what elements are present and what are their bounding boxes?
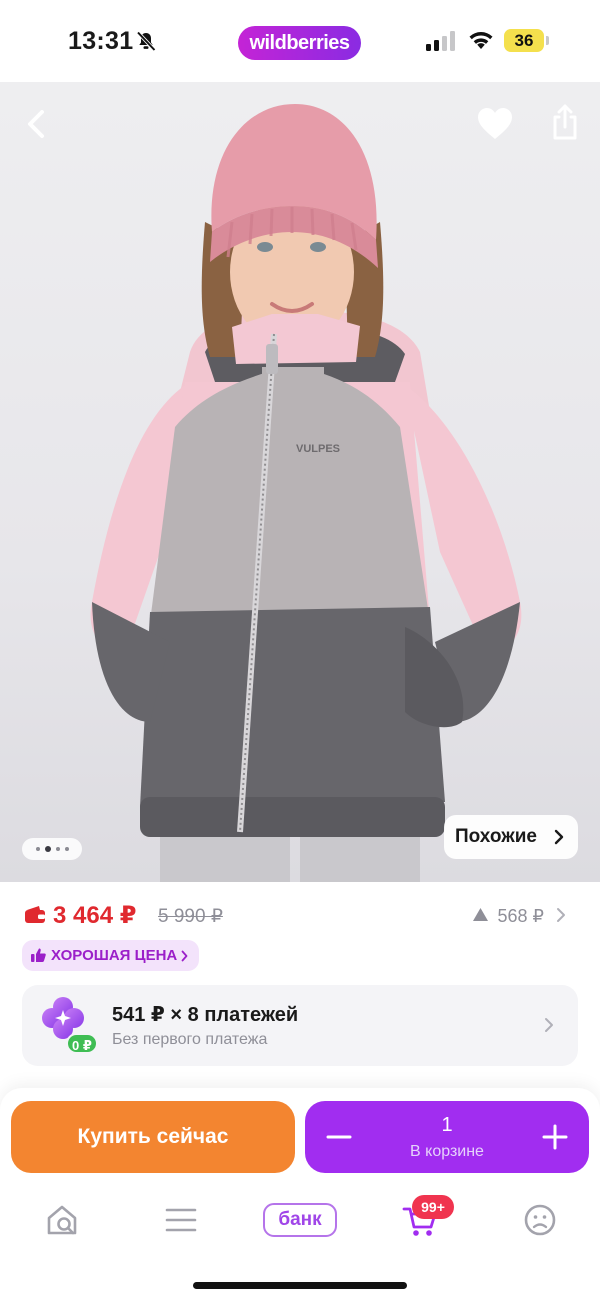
similar-button-label: Похожие: [455, 826, 537, 847]
good-price-label: ХОРОШАЯ ЦЕНА: [51, 947, 178, 964]
price-history[interactable]: 568 ₽: [498, 906, 545, 927]
bell-muted-icon: [136, 31, 156, 52]
installment-subtitle: Без первого платежа: [112, 1031, 268, 1048]
product-photo-illustration: VULPES: [90, 104, 522, 882]
pager-dot[interactable]: [55, 847, 60, 851]
thumb-up-icon: [31, 948, 46, 962]
wifi-icon: [469, 32, 493, 49]
home-search-icon[interactable]: [43, 1202, 83, 1238]
action-bar: Купить сейчас 1 В корзине: [0, 1088, 600, 1188]
profile-icon[interactable]: [521, 1202, 561, 1238]
chevron-right-icon: [545, 1018, 553, 1032]
heart-icon[interactable]: [476, 106, 514, 142]
product-image[interactable]: VULPES Похожие: [0, 82, 600, 882]
share-icon[interactable]: [548, 102, 582, 142]
plus-icon[interactable]: [541, 1123, 569, 1151]
good-price-badge[interactable]: ХОРОШАЯ ЦЕНА: [22, 940, 199, 971]
chevron-right-icon: [181, 950, 188, 962]
installment-title: 541 ₽ × 8 платежей: [112, 1004, 299, 1026]
chevron-right-icon[interactable]: [556, 907, 566, 923]
home-indicator[interactable]: [193, 1282, 407, 1289]
wallet-icon: [25, 906, 45, 923]
cart-quantity-control: 1 В корзине: [305, 1101, 589, 1173]
bank-tab[interactable]: банк: [263, 1203, 337, 1237]
cart-count-badge: 99+: [412, 1195, 454, 1219]
tab-bar: банк: [0, 1188, 600, 1258]
battery-tip: [546, 36, 549, 45]
pager-dot[interactable]: [44, 846, 51, 852]
image-pager[interactable]: [22, 838, 82, 860]
similar-button[interactable]: Похожие: [444, 815, 578, 859]
pager-dot[interactable]: [35, 847, 40, 851]
price-row: 3 464 ₽ 5 990 ₽ 568 ₽: [0, 897, 600, 933]
wildberries-logo[interactable]: wildberries: [238, 26, 361, 60]
current-price: 3 464 ₽: [53, 902, 137, 929]
jacket-brand-text: VULPES: [296, 443, 340, 455]
old-price: 5 990 ₽: [158, 906, 223, 927]
price-up-icon: [473, 908, 488, 921]
chevron-right-icon: [554, 829, 564, 845]
installment-card[interactable]: 0 ₽ 541 ₽ × 8 платежей Без первого плате…: [22, 985, 578, 1066]
status-bar: 13:31 wildberries 36: [0, 0, 600, 82]
buy-now-button[interactable]: Купить сейчас: [11, 1101, 295, 1173]
back-icon[interactable]: [20, 104, 54, 144]
status-time: 13:31: [68, 27, 134, 55]
menu-icon[interactable]: [162, 1202, 202, 1238]
battery-icon: 36: [504, 29, 544, 52]
pager-dot[interactable]: [64, 847, 69, 851]
signal-icon: [426, 31, 455, 51]
zero-badge: 0 ₽: [66, 1033, 98, 1054]
